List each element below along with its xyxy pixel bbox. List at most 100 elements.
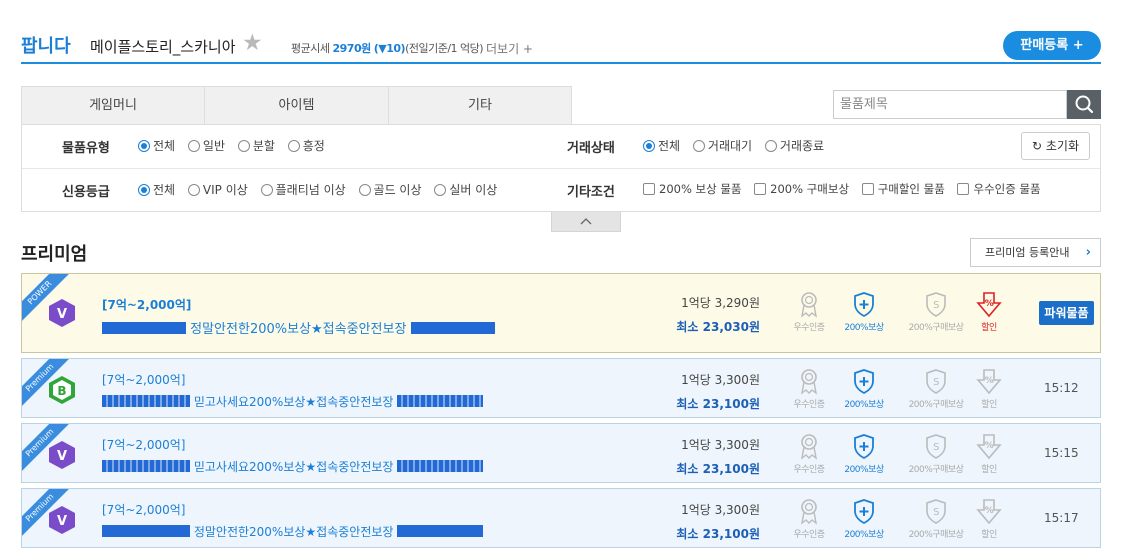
- redacted-bar: [397, 460, 484, 472]
- comp-200-checkbox[interactable]: 200% 보상 물품: [643, 181, 742, 197]
- percent-arrow-icon: %: [976, 499, 1002, 525]
- credit-all-radio[interactable]: 전체: [138, 181, 175, 198]
- listing-row[interactable]: Premium V [7억~2,000억] 믿고사세요200%보상★접속중안전보…: [21, 423, 1101, 483]
- sell-register-button[interactable]: 판매등록 +: [1003, 31, 1101, 60]
- listing-title-line[interactable]: 믿고사세요200%보상★접속중안전보장: [102, 393, 484, 410]
- trade-state-waiting-radio[interactable]: 거래대기: [692, 137, 753, 154]
- radio-icon: [260, 184, 273, 196]
- badge-label: 우수인증: [793, 323, 825, 333]
- category-tabs: 게임머니 아이템 기타: [21, 86, 572, 125]
- grade-v-icon: V: [49, 299, 75, 327]
- option-label: 분할: [252, 139, 275, 153]
- other-options: 200% 보상 물품 200% 구매보상 구매할인 물품 우수인증 물품: [643, 181, 1050, 197]
- search-input[interactable]: [833, 90, 1067, 119]
- guide-label: 프리미엄 등록안내: [985, 246, 1070, 259]
- grade-letter: V: [57, 449, 67, 464]
- trade-state-all-radio[interactable]: 전체: [643, 137, 680, 154]
- checkbox-icon: [643, 183, 655, 195]
- filter-row-2: 신용등급 전체 VIP 이상 플래티넘 이상 골드 이상 실버 이상 기타조건 …: [22, 168, 1100, 211]
- listing-title-line[interactable]: 믿고사세요200%보상★접속중안전보장: [102, 458, 484, 475]
- listing-info: [7억~2,000억] 정말안전한200%보상★접속중안전보장: [102, 296, 495, 337]
- ribbon-medal-icon: [800, 292, 818, 318]
- credit-gold-radio[interactable]: 골드 이상: [358, 181, 422, 198]
- option-label: 거래대기: [707, 139, 753, 153]
- discount-checkbox[interactable]: 구매할인 물품: [861, 181, 945, 197]
- price-basis: (전일기준/1 억당): [405, 42, 484, 55]
- grade-v-icon: V: [49, 441, 75, 469]
- radio-icon: [764, 140, 777, 152]
- option-label: 실버 이상: [449, 183, 498, 197]
- price-box: 1억당 3,300원 최소 23,100원: [676, 501, 760, 542]
- radio-icon: [643, 140, 655, 152]
- ribbon-medal-icon: [800, 434, 818, 460]
- listing-row[interactable]: POWER V [7억~2,000억] 정말안전한200%보상★접속중안전보장 …: [21, 273, 1101, 353]
- shield-plus-icon: [854, 369, 874, 395]
- credit-platinum-radio[interactable]: 플래티넘 이상: [260, 181, 346, 198]
- certified-badge: 우수인증: [781, 291, 837, 333]
- option-label: 전체: [153, 139, 176, 153]
- listing-time: 15:12: [1044, 381, 1079, 395]
- badge-label: 200%보상: [844, 400, 884, 410]
- min-price: 최소 23,100원: [676, 462, 760, 476]
- refresh-icon: ↻: [1031, 139, 1043, 153]
- option-label: 200% 구매보상: [770, 182, 850, 196]
- listing-info: [7억~2,000억] 믿고사세요200%보상★접속중안전보장: [102, 436, 484, 475]
- buy-comp-200-checkbox[interactable]: 200% 구매보상: [754, 181, 849, 197]
- tab-etc[interactable]: 기타: [388, 86, 572, 125]
- unit-price: 1억당 3,300원: [681, 503, 760, 517]
- option-label: 구매할인 물품: [877, 182, 945, 196]
- game-server-name: 메이플스토리_스카니아: [90, 38, 236, 56]
- tab-game-money[interactable]: 게임머니: [21, 86, 205, 125]
- avg-price-value: 2970원: [332, 42, 371, 55]
- percent-arrow-icon: %: [976, 434, 1002, 460]
- badge-label: 200%보상: [844, 465, 884, 475]
- more-link[interactable]: 더보기 +: [486, 40, 533, 57]
- trade-state-options: 전체 거래대기 거래종료: [643, 137, 833, 154]
- redacted-bar: [102, 460, 190, 472]
- power-item-button[interactable]: 파워물품: [1039, 301, 1094, 325]
- redacted-bar: [102, 322, 186, 334]
- redacted-bar: [410, 322, 495, 334]
- unit-price: 1억당 3,290원: [681, 296, 760, 310]
- option-label: 전체: [153, 183, 176, 197]
- credit-label: 신용등급: [62, 185, 110, 200]
- credit-silver-radio[interactable]: 실버 이상: [434, 181, 497, 198]
- tab-items[interactable]: 아이템: [204, 86, 389, 125]
- comp-200-badge: 200%보상: [836, 291, 892, 333]
- item-type-bargain-radio[interactable]: 흥정: [287, 137, 325, 154]
- reset-button[interactable]: ↻ 초기화: [1021, 132, 1090, 160]
- certified-checkbox[interactable]: 우수인증 물품: [957, 181, 1041, 197]
- favorite-star-icon[interactable]: ★: [242, 32, 263, 55]
- collapse-filters-button[interactable]: [551, 212, 621, 232]
- shield-s-icon: S: [926, 369, 946, 394]
- listing-time: 15:15: [1044, 446, 1079, 460]
- grade-b-icon: B: [49, 376, 75, 404]
- listing-title-line[interactable]: 정말안전한200%보상★접속중안전보장: [102, 523, 484, 540]
- badge-label: 200%보상: [844, 530, 884, 540]
- credit-vip-radio[interactable]: VIP 이상: [187, 181, 248, 198]
- listing-title: 정말안전한200%보상★접속중안전보장: [190, 322, 407, 337]
- badge-label: 할인: [981, 465, 997, 475]
- shield-s-icon: S: [926, 292, 946, 317]
- min-price: 최소 23,100원: [676, 527, 760, 541]
- item-type-split-radio[interactable]: 분할: [237, 137, 275, 154]
- badge-label: 할인: [981, 400, 997, 410]
- unit-price: 1억당 3,300원: [681, 373, 760, 387]
- premium-guide-button[interactable]: 프리미엄 등록안내 ›: [970, 238, 1101, 267]
- listing-time: 15:17: [1044, 511, 1079, 525]
- comp-200-badge: 200%보상: [836, 368, 892, 410]
- svg-text:%: %: [985, 376, 994, 386]
- badge-label: 200%구매보상: [908, 323, 964, 333]
- grade-letter: V: [57, 514, 67, 529]
- listing-row[interactable]: Premium B [7억~2,000억] 믿고사세요200%보상★접속중안전보…: [21, 358, 1101, 418]
- listing-title-line[interactable]: 정말안전한200%보상★접속중안전보장: [102, 318, 495, 337]
- listing-range: [7억~2,000억]: [102, 438, 186, 452]
- listing-title: 믿고사세요200%보상★접속중안전보장: [193, 460, 394, 474]
- average-price-info: 평균시세 2970원 (▼10)(전일기준/1 억당): [291, 40, 484, 56]
- item-type-all-radio[interactable]: 전체: [138, 137, 175, 154]
- search-button[interactable]: [1067, 90, 1101, 119]
- trade-state-ended-radio[interactable]: 거래종료: [764, 137, 824, 154]
- svg-text:S: S: [933, 377, 939, 388]
- item-type-normal-radio[interactable]: 일반: [187, 137, 225, 154]
- listing-row[interactable]: Premium V [7억~2,000억] 정말안전한200%보상★접속중안전보…: [21, 488, 1101, 548]
